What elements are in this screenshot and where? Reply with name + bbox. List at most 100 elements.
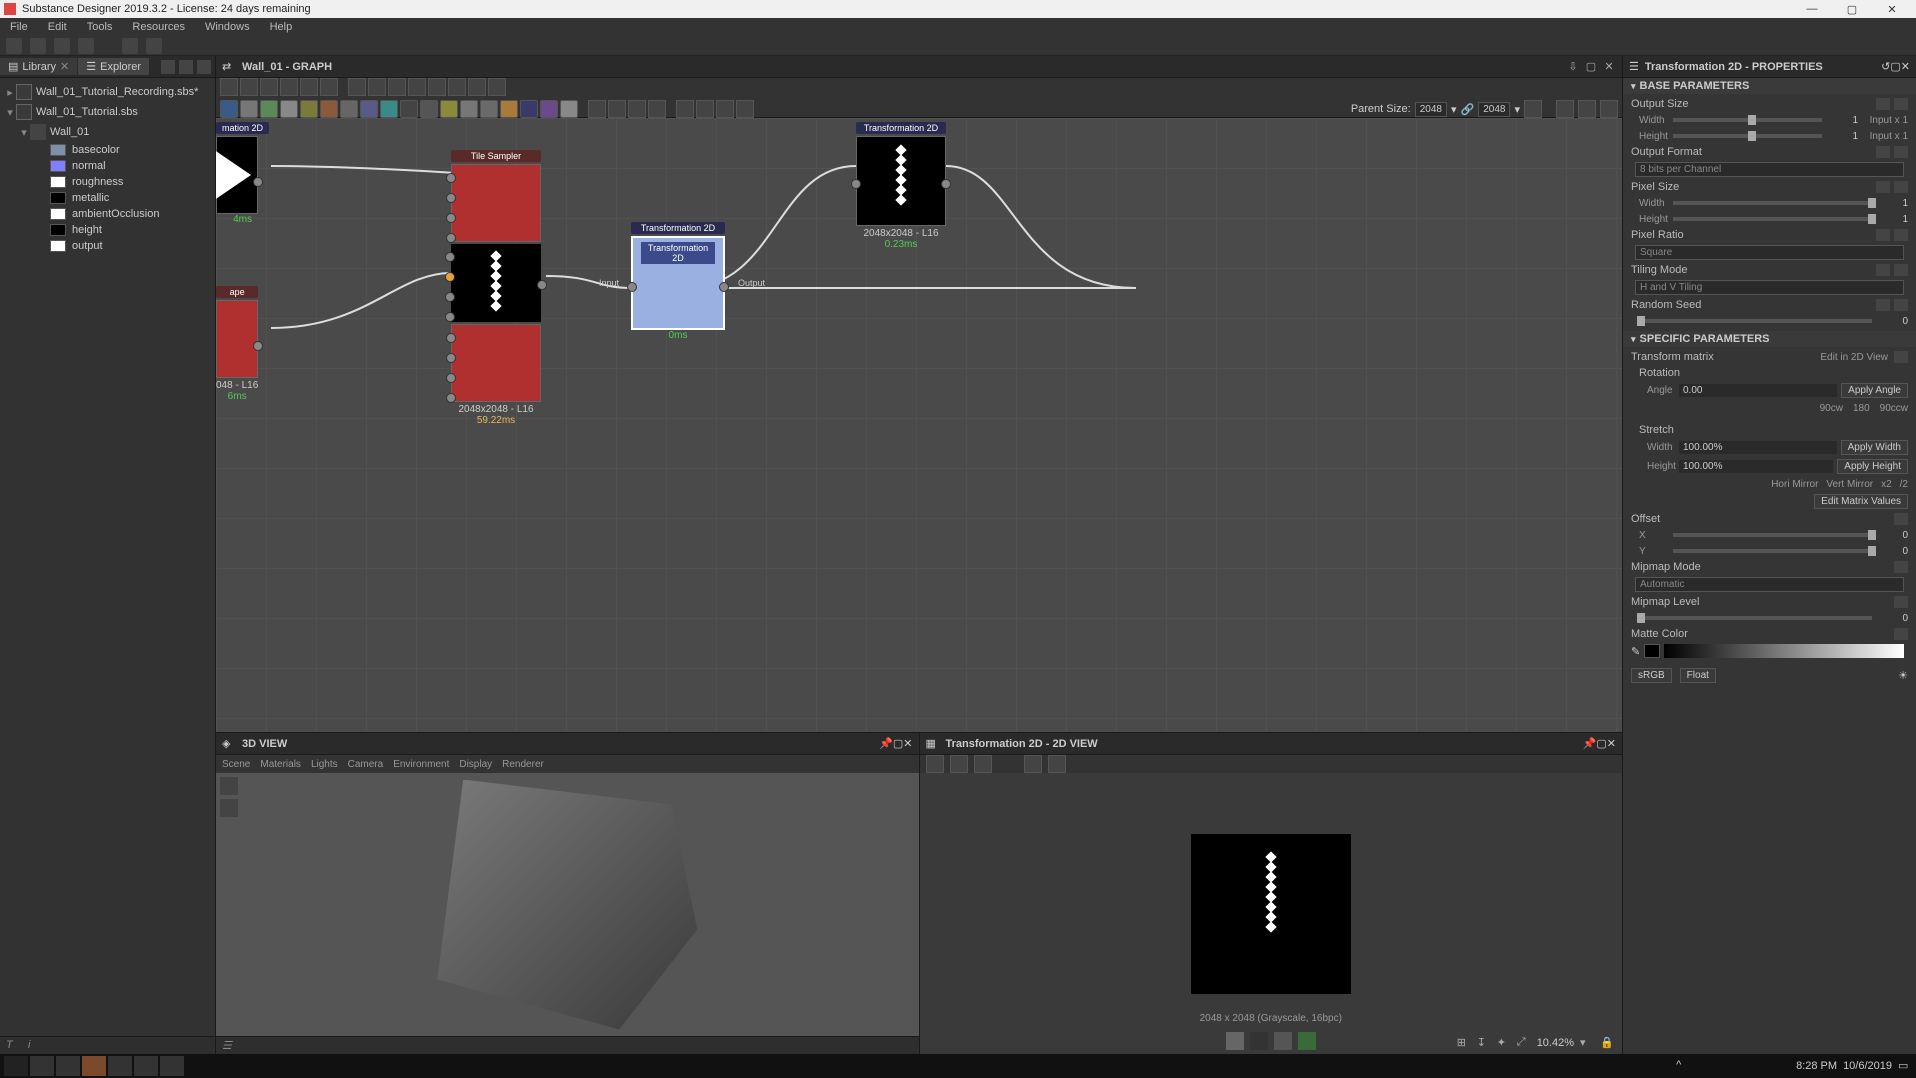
ruler-icon[interactable]: ↧ (1477, 1036, 1491, 1050)
reset-icon[interactable] (1894, 181, 1908, 193)
value-mipmap-level[interactable]: 0 (1878, 613, 1908, 624)
align-v-icon[interactable] (408, 78, 426, 96)
undo-icon[interactable] (122, 38, 138, 54)
reset-icon[interactable] (1894, 596, 1908, 608)
info-icon[interactable] (280, 78, 298, 96)
value-px-height[interactable]: 1 (1878, 214, 1908, 225)
save-icon[interactable] (950, 755, 968, 773)
node-normal[interactable] (460, 100, 478, 118)
output-ao[interactable]: ambientOcclusion (0, 206, 215, 222)
maximize-panel-icon[interactable] (179, 60, 193, 74)
tab-close-icon[interactable]: ✕ (60, 60, 69, 73)
button-float[interactable]: Float (1680, 668, 1716, 683)
inherit-icon[interactable] (1876, 299, 1890, 311)
view-icon[interactable] (1578, 100, 1596, 118)
maximize-panel-icon[interactable]: ▢ (1890, 60, 1900, 73)
tray-nvidia-icon[interactable] (1656, 1059, 1670, 1073)
tray-battery-icon[interactable] (1736, 1059, 1750, 1073)
reset-icon[interactable] (1894, 561, 1908, 573)
output-icon[interactable] (608, 100, 626, 118)
frame-icon[interactable] (428, 78, 446, 96)
output-port[interactable] (537, 280, 547, 290)
eyedropper-icon[interactable]: ✎ (1631, 645, 1640, 658)
output-output[interactable]: output (0, 238, 215, 254)
maximize-panel-icon[interactable]: ▢ (1596, 737, 1606, 750)
chevron-down-icon[interactable]: ▾ (1514, 103, 1520, 116)
menu-renderer[interactable]: Renderer (502, 759, 544, 770)
button-apply-height[interactable]: Apply Height (1837, 459, 1908, 474)
node-body[interactable] (216, 300, 258, 378)
inherit-icon[interactable] (1876, 264, 1890, 276)
fit-icon[interactable] (240, 78, 258, 96)
timing-icon[interactable] (676, 100, 694, 118)
view2d-viewport[interactable]: 2048 x 2048 (Grayscale, 16bpc) ⊞ ↧ ✦ ⤢ 1… (920, 773, 1623, 1054)
menu-help[interactable]: Help (264, 21, 299, 33)
channel-r-icon[interactable] (1250, 1032, 1268, 1050)
output-port[interactable] (253, 177, 263, 187)
node-body[interactable] (451, 324, 541, 402)
dock-icon[interactable]: ⇩ (1566, 60, 1580, 74)
node-curve[interactable] (300, 100, 318, 118)
button-srgb[interactable]: sRGB (1631, 668, 1672, 683)
task-obs-icon[interactable] (108, 1056, 132, 1076)
value-seed[interactable]: 0 (1878, 316, 1908, 327)
graph-item[interactable]: ▾ Wall_01 (0, 122, 215, 142)
menu-camera[interactable]: Camera (348, 759, 384, 770)
value-px-width[interactable]: 1 (1878, 198, 1908, 209)
slider-px-width[interactable] (1673, 201, 1872, 205)
search-icon[interactable] (300, 78, 318, 96)
menu-windows[interactable]: Windows (199, 21, 256, 33)
tray-network-icon[interactable] (1696, 1059, 1710, 1073)
inherit-icon[interactable] (1876, 229, 1890, 241)
node-channels[interactable] (440, 100, 458, 118)
italic-icon[interactable]: i (28, 1039, 42, 1053)
camera-icon[interactable] (220, 777, 238, 795)
inherit-icon[interactable] (1876, 146, 1890, 158)
gradient-slider[interactable] (1664, 644, 1904, 658)
input-port[interactable] (446, 173, 456, 183)
slider-px-height[interactable] (1673, 217, 1872, 221)
refresh-icon[interactable] (1524, 100, 1542, 118)
comment-add-icon[interactable] (648, 100, 666, 118)
minimize-button[interactable]: — (1792, 3, 1832, 15)
input-port[interactable] (446, 193, 456, 203)
value-width[interactable]: 1 (1828, 115, 1858, 126)
save-icon[interactable] (54, 38, 70, 54)
tab-explorer[interactable]: ☰ Explorer (78, 58, 149, 75)
menu-scene[interactable]: Scene (222, 759, 250, 770)
node-gradient[interactable] (260, 100, 278, 118)
input-stretch-height[interactable] (1679, 460, 1833, 473)
menu-display[interactable]: Display (459, 759, 492, 770)
output-port[interactable] (719, 282, 729, 292)
slider-width[interactable] (1673, 118, 1822, 122)
menu-file[interactable]: File (4, 21, 34, 33)
close-panel-icon[interactable]: ✕ (1901, 60, 1910, 73)
close-button[interactable]: ✕ (1872, 3, 1912, 16)
dropdown-output-format[interactable]: 8 bits per Channel (1635, 162, 1904, 177)
chevron-down-icon[interactable]: ▾ (4, 106, 16, 119)
pin-icon[interactable]: 📌 (1583, 737, 1597, 750)
grid-icon[interactable] (488, 78, 506, 96)
lock-icon[interactable]: 🔗 (1461, 103, 1475, 116)
brightness-icon[interactable]: ☀ (1898, 669, 1908, 682)
parent-width[interactable]: 2048 (1415, 102, 1447, 117)
close-panel-icon[interactable]: ✕ (903, 737, 912, 750)
button-apply-width[interactable]: Apply Width (1841, 440, 1908, 455)
tile-icon[interactable]: ✦ (1497, 1036, 1511, 1050)
info-icon[interactable] (1024, 755, 1042, 773)
input-port[interactable] (446, 393, 456, 403)
node-blend[interactable] (240, 100, 258, 118)
input-icon[interactable] (588, 100, 606, 118)
input-angle[interactable] (1679, 384, 1837, 397)
button-edit-matrix[interactable]: Edit Matrix Values (1814, 494, 1908, 509)
view-settings-icon[interactable]: ☰ (222, 1039, 236, 1053)
new-icon[interactable] (926, 755, 944, 773)
package-item[interactable]: ▸ Wall_01_Tutorial_Recording.sbs* (0, 82, 215, 102)
slider-offset-x[interactable] (1673, 533, 1872, 537)
maximize-panel-icon[interactable]: ▢ (1584, 60, 1598, 74)
input-port[interactable] (446, 213, 456, 223)
snapshot-icon[interactable] (260, 78, 278, 96)
pin-icon[interactable] (161, 60, 175, 74)
button-90cw[interactable]: 90cw (1820, 403, 1843, 414)
break-icon[interactable] (368, 78, 386, 96)
